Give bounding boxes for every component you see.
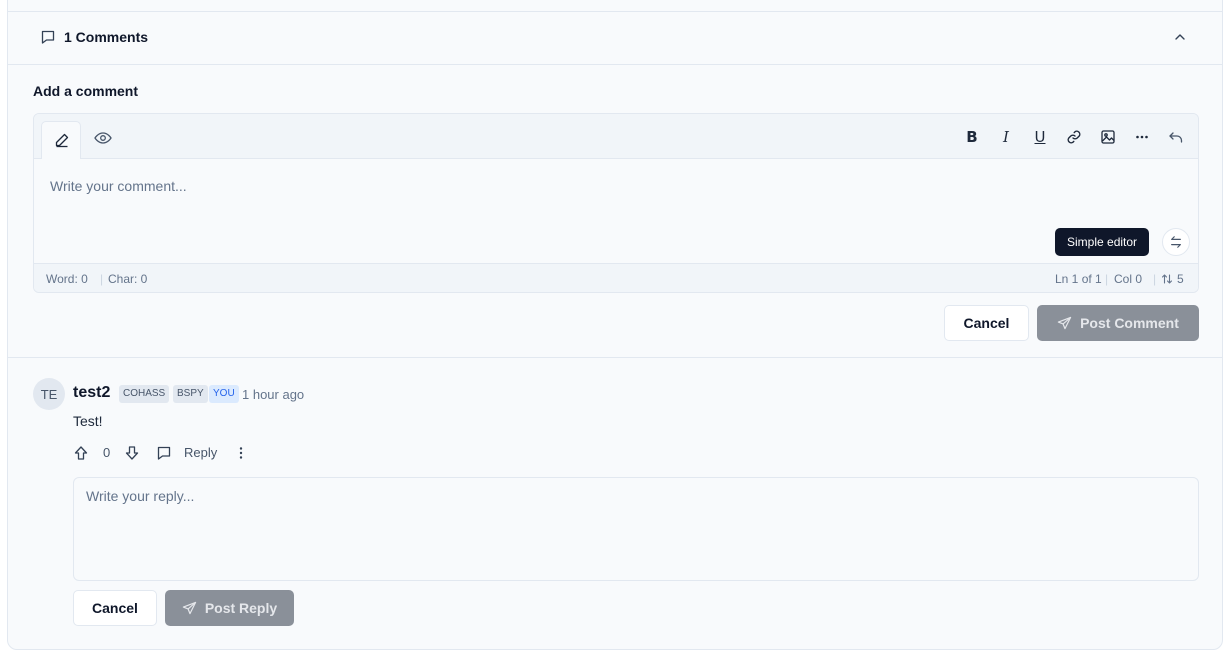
more-horizontal-icon — [1136, 135, 1148, 139]
role-badge: COHASS — [119, 385, 170, 403]
comment-author[interactable]: test2 — [73, 384, 110, 402]
comments-header[interactable]: 1 Comments — [8, 11, 1222, 65]
link-button[interactable] — [1064, 127, 1084, 147]
image-button[interactable] — [1098, 127, 1118, 147]
reply-comment-icon[interactable] — [156, 445, 172, 461]
simple-editor-tooltip: Simple editor — [1055, 228, 1150, 256]
send-icon — [182, 601, 197, 614]
post-reply-button[interactable]: Post Reply — [165, 590, 294, 626]
comments-panel: 1 Comments Add a comment B I U Write you… — [7, 0, 1223, 650]
link-icon — [1067, 130, 1081, 144]
word-count: Word: 0 — [46, 272, 88, 286]
section-divider — [8, 357, 1222, 358]
more-vertical-icon[interactable] — [233, 445, 249, 461]
reply-button[interactable]: Reply — [184, 445, 217, 460]
column-position: Col 0 — [1114, 272, 1143, 286]
comment-count: 1 Comments — [64, 29, 149, 45]
underline-button[interactable]: U — [1030, 127, 1050, 147]
comment-editor: B I U Write your comment... Simple edito… — [33, 113, 1199, 293]
comment-icon — [41, 30, 55, 44]
reply-placeholder: Write your reply... — [86, 488, 195, 504]
upvote-icon[interactable] — [73, 445, 89, 461]
editor-status-bar: Word: 0 | Char: 0 Ln 1 of 1 | Col 0 | 5 — [34, 263, 1198, 292]
comment-input[interactable]: Write your comment... — [50, 178, 187, 194]
comment-timestamp: 1 hour ago — [242, 387, 305, 402]
line-position: Ln 1 of 1 — [1055, 272, 1102, 286]
tab-write[interactable] — [41, 121, 81, 159]
undo-icon — [1169, 132, 1183, 143]
add-comment-label: Add a comment — [33, 83, 139, 99]
char-count: Char: 0 — [108, 272, 148, 286]
pencil-icon — [55, 133, 69, 148]
you-badge: YOU — [209, 385, 239, 403]
vote-count: 0 — [103, 445, 111, 460]
cancel-comment-button[interactable]: Cancel — [944, 305, 1029, 341]
total-lines: 5 — [1177, 272, 1184, 286]
avatar: TE — [33, 378, 65, 410]
send-icon — [1057, 316, 1072, 329]
toggle-editor-button[interactable] — [1162, 228, 1190, 256]
chevron-up-icon[interactable] — [1172, 29, 1188, 45]
cancel-reply-button[interactable]: Cancel — [73, 590, 157, 626]
swap-arrows-icon — [1171, 236, 1181, 248]
reply-input[interactable]: Write your reply... — [73, 477, 1199, 581]
comment-body: Test! — [73, 413, 103, 429]
sort-arrows-icon — [1161, 274, 1173, 284]
italic-button[interactable]: I — [996, 127, 1016, 147]
undo-button[interactable] — [1166, 127, 1186, 147]
image-icon — [1101, 130, 1115, 144]
bold-button[interactable]: B — [962, 127, 982, 147]
post-comment-button[interactable]: Post Comment — [1037, 305, 1199, 341]
editor-toolbar: B I U — [34, 114, 1198, 159]
downvote-icon[interactable] — [124, 445, 140, 461]
role-badge: BSPY — [173, 385, 208, 403]
more-options-button[interactable] — [1132, 127, 1152, 147]
eye-icon[interactable] — [93, 128, 113, 148]
